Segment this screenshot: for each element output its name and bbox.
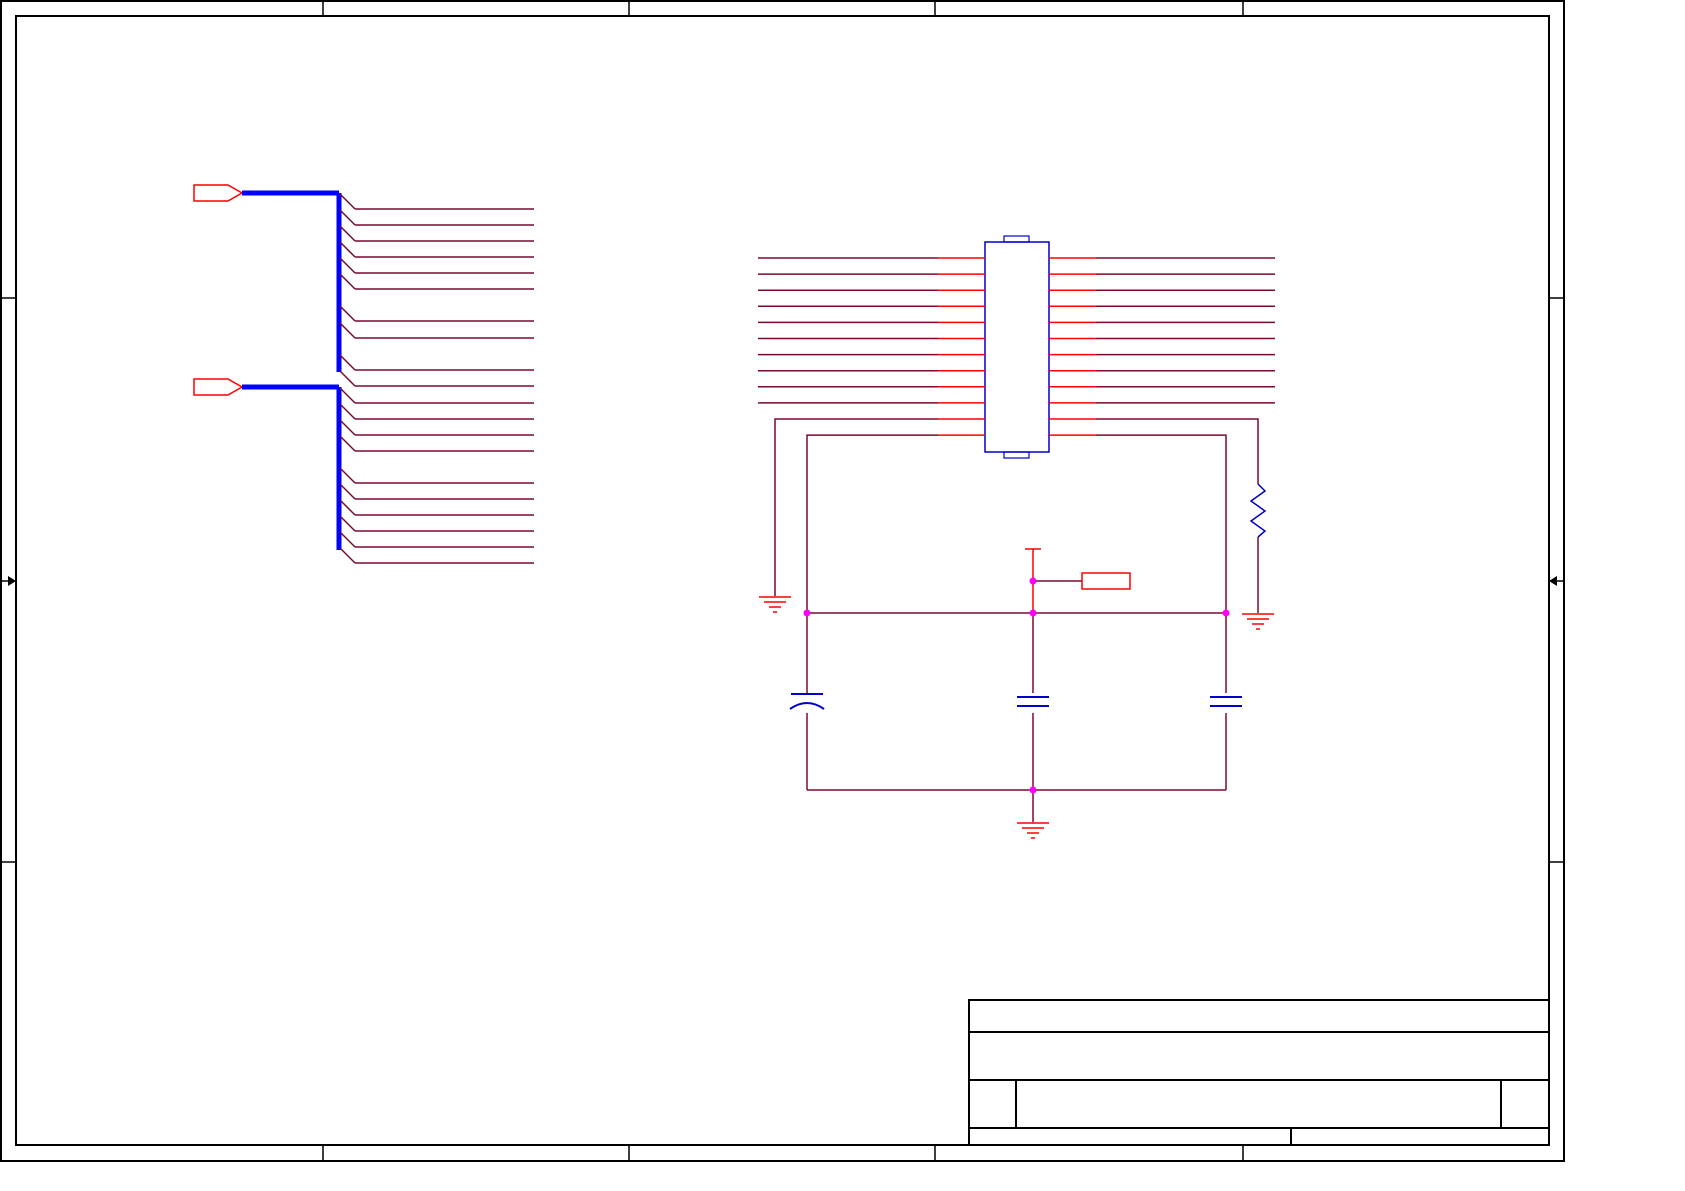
zone-markers <box>1 1 1564 1161</box>
ic-body <box>984 241 1050 453</box>
bus-entry <box>339 370 356 387</box>
junction-dot <box>1029 577 1037 585</box>
bus-entry <box>339 257 356 274</box>
bus-entry <box>339 515 356 532</box>
title-block <box>968 999 1550 1146</box>
bus-entry <box>339 499 356 516</box>
junction-dot <box>803 609 811 617</box>
bus-entry <box>339 547 356 564</box>
bus-entry <box>339 193 356 210</box>
bus-harness <box>193 184 534 564</box>
bus-entry <box>339 225 356 242</box>
ic-notch-top <box>1003 235 1030 243</box>
wire-to-ground <box>774 418 938 596</box>
bus-entry <box>339 467 356 484</box>
capacitor-curved-plate <box>789 702 825 710</box>
ic-notch-bottom <box>1003 451 1030 459</box>
net-label-box <box>1081 572 1131 590</box>
junction-dot <box>1222 609 1230 617</box>
schematic-sheet <box>0 0 1565 1162</box>
bus-entry <box>339 403 356 420</box>
wire-right-rail <box>1096 434 1227 613</box>
wire-left-rail <box>806 434 938 613</box>
bus-entry <box>339 354 356 371</box>
sheet-frame <box>0 0 1565 1162</box>
junction-dot <box>1029 786 1037 794</box>
bus-entry <box>339 531 356 548</box>
bus-entry <box>339 419 356 436</box>
bus-entry <box>339 387 356 404</box>
resistor-symbol <box>1249 483 1267 538</box>
junction-dot <box>1029 609 1037 617</box>
bus-entry <box>339 241 356 258</box>
bus-entry <box>339 483 356 500</box>
bus-entry <box>339 305 356 322</box>
ic-connector <box>758 235 1275 459</box>
harness-port-2 <box>193 378 244 396</box>
harness-port-1 <box>193 184 244 202</box>
power-network <box>759 418 1274 839</box>
bus-entry <box>339 322 356 339</box>
bus-entry <box>339 435 356 452</box>
bus-entry <box>339 209 356 226</box>
wire-to-resistor <box>1096 418 1259 484</box>
zone-arrows <box>8 576 1557 586</box>
bus-entry <box>339 273 356 290</box>
